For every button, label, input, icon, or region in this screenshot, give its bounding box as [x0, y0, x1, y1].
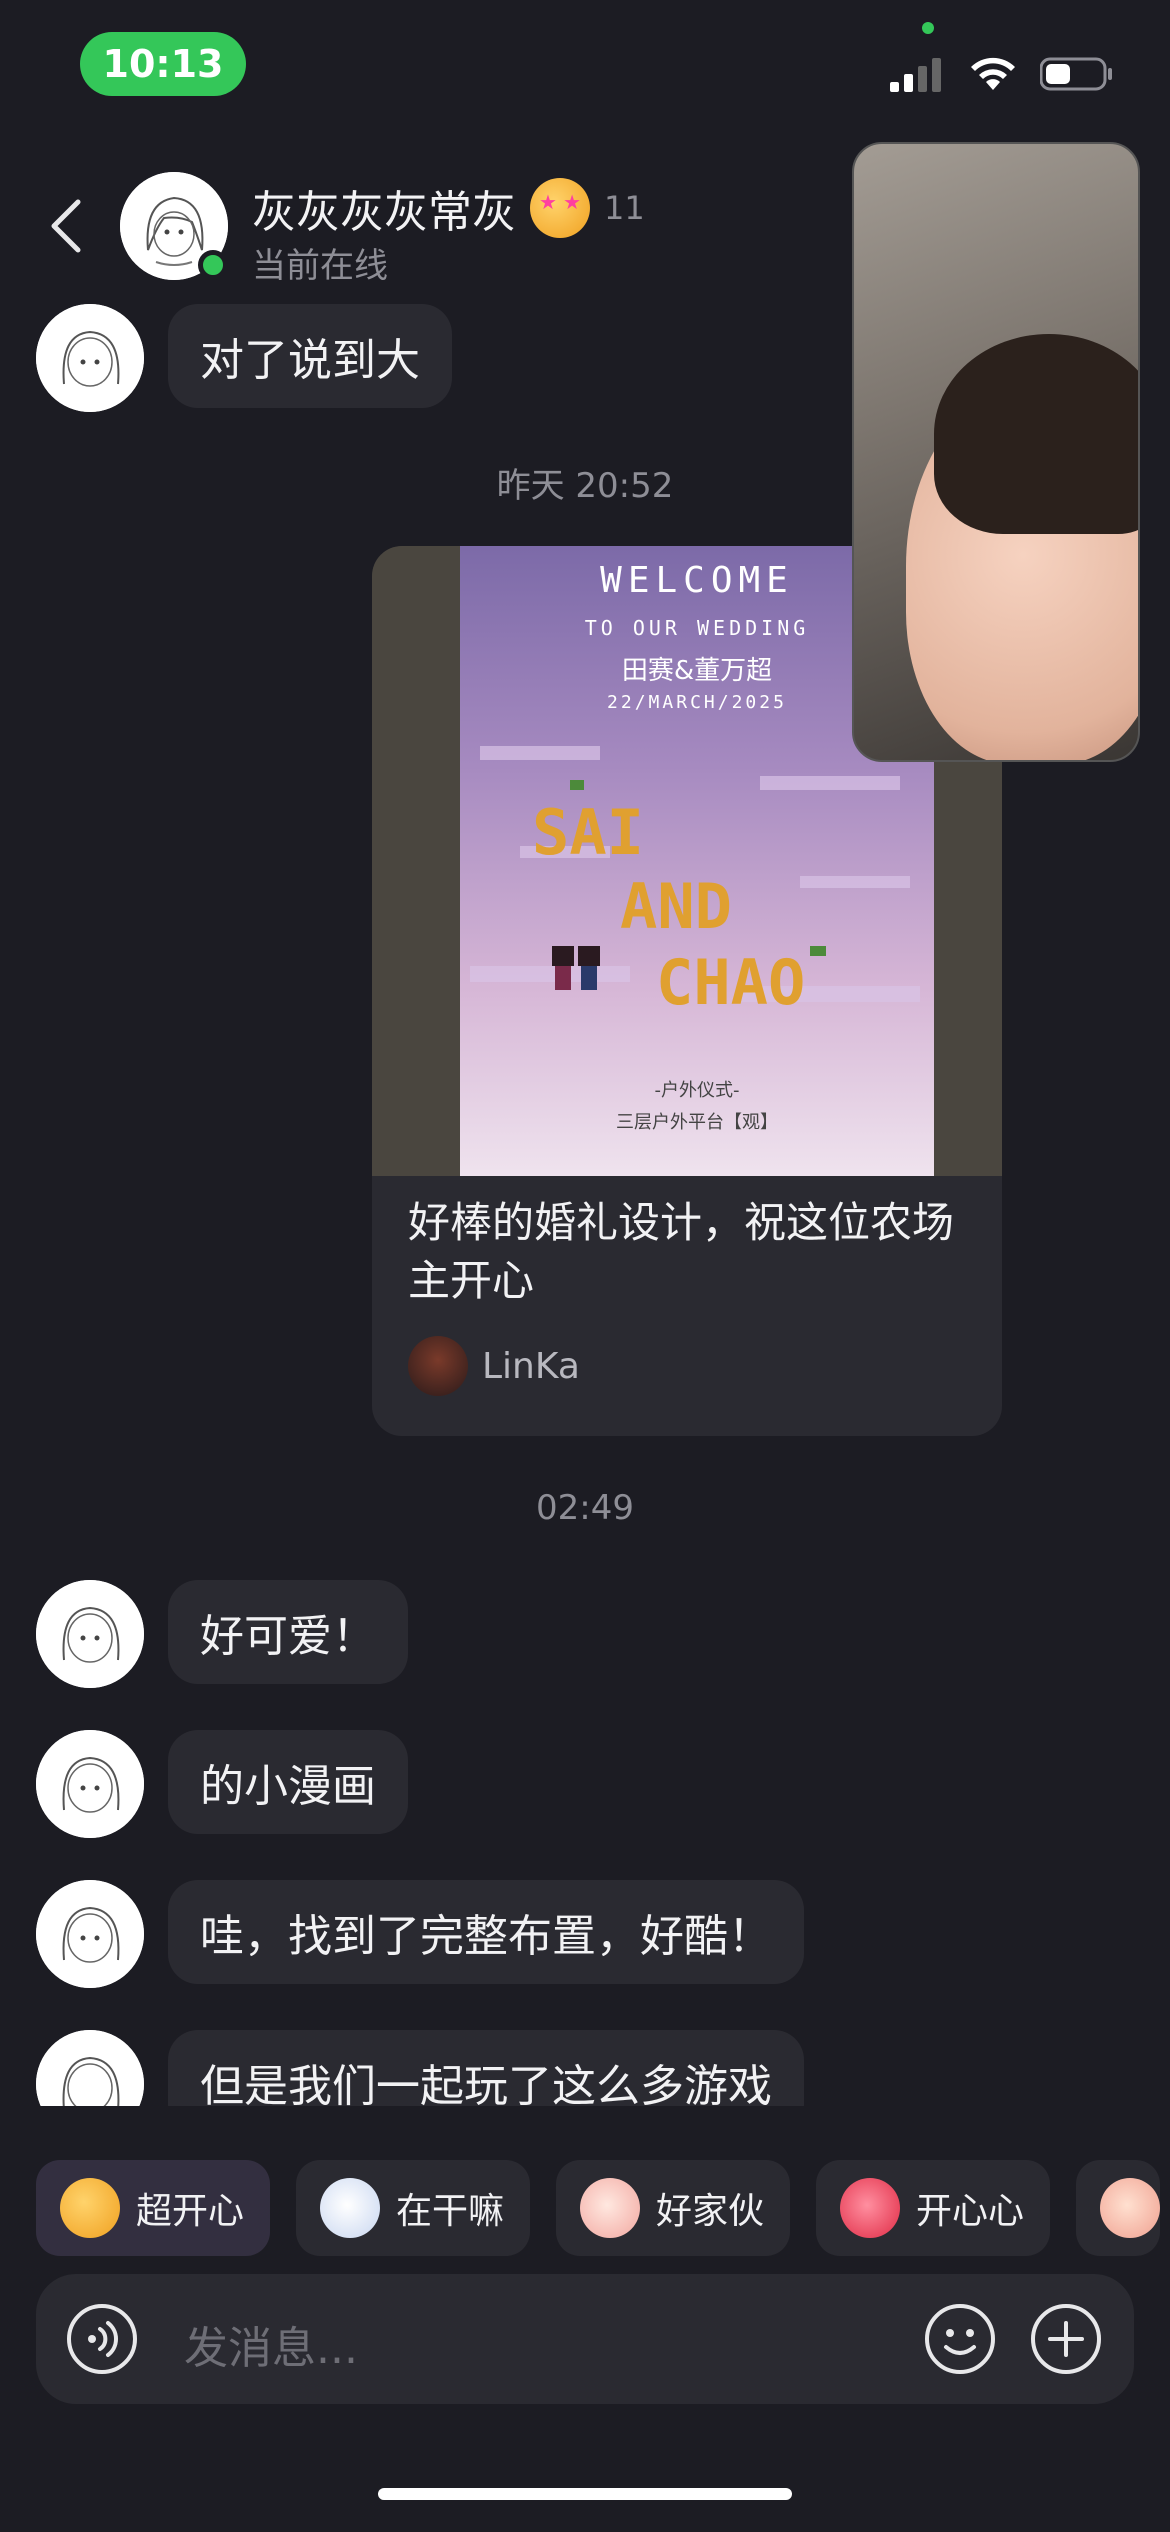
post-author[interactable]: LinKa: [408, 1336, 580, 1396]
signal-icon: [890, 58, 941, 92]
message-bubble[interactable]: 对了说到大: [168, 304, 452, 408]
quick-reply-chip[interactable]: 在干嘛: [296, 2160, 531, 2256]
contact-name-row[interactable]: 灰灰灰灰常灰 11: [252, 176, 645, 240]
quick-reply-label: 开心心: [916, 2191, 1025, 2232]
quick-reply-chip[interactable]: 超开心: [36, 2160, 271, 2256]
author-name: LinKa: [482, 1345, 580, 1387]
heart-emoji-icon: [840, 2178, 901, 2238]
message-input-bar: 发消息...: [36, 2274, 1134, 2404]
poster-and: AND: [620, 870, 732, 943]
sender-avatar[interactable]: [36, 1580, 144, 1688]
online-status: 当前在线: [252, 246, 388, 286]
sender-avatar[interactable]: [36, 1730, 144, 1838]
quick-reply-label: 超开心: [136, 2191, 245, 2232]
message-input[interactable]: 发消息...: [184, 2312, 358, 2376]
sender-avatar[interactable]: [36, 1880, 144, 1988]
message-bubble[interactable]: 的小漫画: [168, 1730, 408, 1834]
status-icons: [890, 54, 1114, 94]
author-avatar: [408, 1336, 468, 1396]
poster-ceremony: -户外仪式-: [654, 1080, 740, 1101]
poster-venue: 三层户外平台【观】: [616, 1112, 778, 1133]
camera-in-use-indicator: [922, 22, 934, 34]
post-title: 好棒的婚礼设计，祝这位农场主开心: [408, 1198, 955, 1305]
caller-hair: [934, 334, 1138, 534]
quick-reply-chip[interactable]: 开心心: [816, 2160, 1051, 2256]
message-row-clipped: 但是我们一起玩了这么多游戏: [0, 2030, 1170, 2106]
sender-avatar[interactable]: [36, 2030, 144, 2106]
surprised-emoji-icon: [580, 2178, 641, 2238]
quick-reply-label: 好家伙: [656, 2191, 765, 2232]
home-indicator[interactable]: [378, 2488, 792, 2500]
anime-girl-avatar-icon: [36, 1880, 144, 1988]
quick-reply-label: 在干嘛: [396, 2191, 505, 2232]
star-struck-emoji-icon: [530, 178, 590, 238]
quick-reply-chip[interactable]: [1076, 2160, 1161, 2256]
peeking-emoji-icon: [320, 2178, 381, 2238]
add-attachment-icon[interactable]: [1030, 2303, 1102, 2375]
message-bubble[interactable]: 好可爱！: [168, 1580, 408, 1684]
quick-replies: 超开心 在干嘛 好家伙 开心心: [36, 2160, 1161, 2256]
contact-name: 灰灰灰灰常灰: [252, 187, 516, 238]
timestamp: 02:49: [536, 1488, 634, 1528]
anime-girl-avatar-icon: [36, 1580, 144, 1688]
star-struck-emoji-icon: [60, 2178, 120, 2238]
quick-reply-chip[interactable]: 好家伙: [556, 2160, 791, 2256]
voice-input-icon[interactable]: [66, 2303, 138, 2375]
emoji-picker-icon[interactable]: [924, 2303, 996, 2375]
anime-girl-avatar-icon: [36, 1730, 144, 1838]
back-button[interactable]: [46, 198, 86, 254]
status-time: 10:13: [80, 32, 246, 96]
video-call-pip[interactable]: [852, 142, 1140, 762]
anime-girl-avatar-icon: [36, 2030, 144, 2106]
poster-chao: CHAO: [656, 946, 806, 1019]
anime-girl-avatar-icon: [36, 304, 144, 412]
emoji-icon: [1100, 2178, 1161, 2238]
poster-sai: SAI: [532, 796, 644, 869]
battery-icon: [1040, 57, 1112, 91]
message-bubble[interactable]: 哇，找到了完整布置，好酷！: [168, 1880, 804, 1984]
wifi-icon: [971, 57, 1015, 90]
sender-avatar[interactable]: [36, 304, 144, 412]
online-indicator: [198, 250, 228, 280]
message-bubble[interactable]: 但是我们一起玩了这么多游戏: [168, 2030, 804, 2106]
contact-level: 11: [604, 189, 645, 227]
